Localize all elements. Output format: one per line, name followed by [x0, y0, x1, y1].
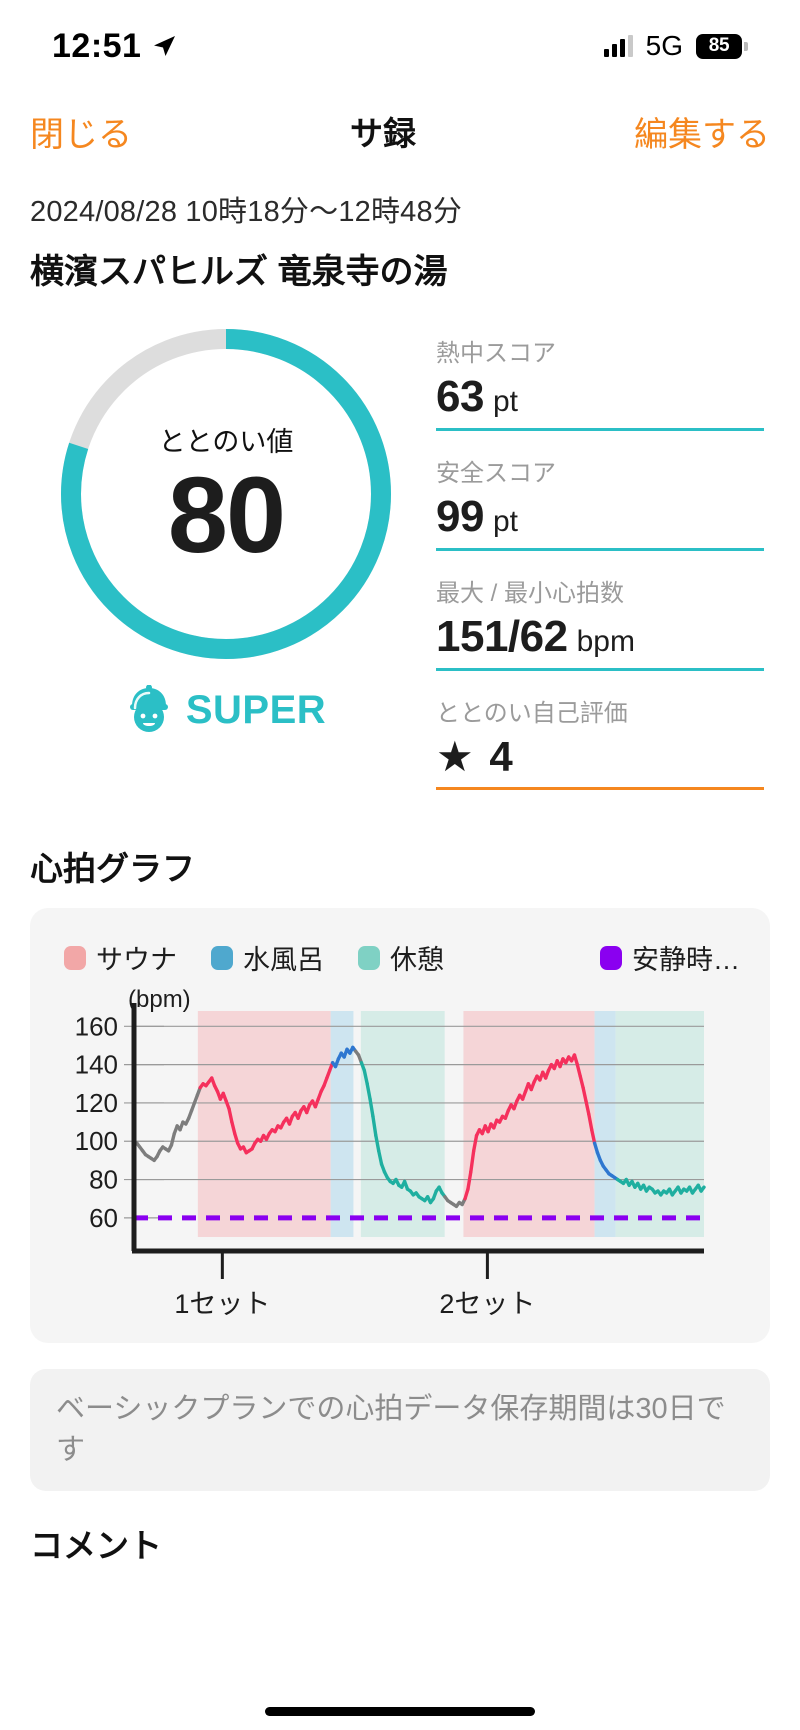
stat-label: ととのい自己評価: [436, 700, 628, 727]
stat-unit: bpm: [576, 625, 635, 658]
legend-swatch: [358, 945, 380, 970]
edit-button[interactable]: 編集する: [634, 107, 770, 156]
stat-label: 最大 / 最小心拍数: [436, 580, 625, 607]
navigation-bar: 閉じる サ録 編集する: [0, 92, 800, 170]
session-date-range: 2024/08/28 10時18分〜12時48分: [30, 196, 463, 228]
stat-underline: [436, 787, 764, 790]
gauge-container: ととのい値 80 SUPER: [26, 319, 426, 812]
stat-label: 熱中スコア: [436, 340, 556, 367]
legend-label: サウナ: [96, 945, 177, 975]
heart-rate-line-chart: 60 80 100 120 140 160 (bpm) 1セット 2セット: [75, 989, 706, 1319]
stat-value-row: 151/62 bpm: [436, 612, 764, 668]
stat-value-row: ★ 4: [436, 732, 764, 787]
stat-item-heat-score: 熱中スコア 63 pt: [436, 333, 764, 431]
chart-legend: サウナ 水風呂 休憩 安静時…: [46, 930, 754, 983]
comment-section-title: コメント: [30, 1527, 162, 1565]
venue-name: 横濱スパヒルズ 竜泉寺の湯: [30, 253, 448, 291]
chart-band-休憩: [615, 1011, 704, 1237]
legend-item-mizuburo: 水風呂: [211, 938, 324, 977]
chart-line-segment: [169, 1131, 177, 1147]
star-rating-value: ★ 4: [436, 733, 515, 780]
chart-ylabel: (bpm): [128, 989, 191, 1013]
rank-label: SUPER: [185, 687, 327, 732]
chart-line-segment: [699, 1185, 706, 1193]
legend-swatch: [64, 945, 86, 970]
legend-swatch: [600, 945, 622, 970]
legend-label: 休憩: [390, 945, 444, 975]
status-bar: 12:51 5G 85: [0, 0, 800, 92]
summary-section: ととのい値 80 SUPER 熱中スコア 63 pt 安全スコア 99 pt 最…: [0, 293, 800, 812]
chart-section-title: 心拍グラフ: [30, 850, 195, 887]
chart-ytick-label: 80: [89, 1165, 118, 1195]
chart-ytick-label: 60: [89, 1203, 118, 1233]
chart-band-水風呂: [330, 1011, 354, 1237]
location-arrow-icon: [154, 36, 176, 56]
heart-rate-chart-card: サウナ 水風呂 休憩 安静時… 60 80 100 120 140 160 (bpm) 1セッ…: [30, 908, 770, 1343]
stat-value: 99: [436, 492, 484, 541]
stat-underline: [436, 548, 764, 551]
app-screen: 12:51 5G 85 閉じる サ録 編集する 2024/08/28 10時18…: [0, 0, 800, 1730]
chart-ytick-label: 160: [75, 1011, 118, 1041]
chart-band-サウナ: [197, 1011, 331, 1237]
stat-item-heart-rate: 最大 / 最小心拍数 151/62 bpm: [436, 573, 764, 671]
gauge-value: 80: [167, 453, 286, 575]
stat-value-row: 99 pt: [436, 492, 764, 548]
legend-label: 水風呂: [243, 945, 324, 975]
stat-unit: pt: [492, 385, 518, 418]
stat-unit: pt: [492, 505, 518, 538]
stat-underline: [436, 668, 764, 671]
battery-icon: 85: [696, 33, 748, 59]
chart-xtick-label: 1セット: [174, 1289, 270, 1319]
plan-notice: ベーシックプランでの心拍データ保存期間は30日です: [30, 1369, 770, 1492]
legend-swatch: [211, 945, 233, 970]
legend-item-sauna: サウナ: [64, 938, 177, 977]
stat-underline: [436, 428, 764, 431]
legend-item-resting: 安静時…: [600, 938, 740, 977]
status-time: 12:51: [52, 26, 142, 65]
cellular-signal-icon: [603, 35, 633, 57]
home-indicator: [265, 1707, 535, 1716]
chart-ytick-label: 140: [75, 1050, 118, 1080]
chart-band-水風呂: [594, 1011, 616, 1237]
stat-item-safety-score: 安全スコア 99 pt: [436, 453, 764, 551]
legend-item-kyukei: 休憩: [358, 938, 444, 977]
close-button[interactable]: 閉じる: [30, 107, 132, 156]
chart-plot-area: 60 80 100 120 140 160 (bpm) 1セット 2セット: [46, 989, 754, 1319]
stat-item-self-rating[interactable]: ととのい自己評価 ★ 4: [436, 693, 764, 790]
session-header: 2024/08/28 10時18分〜12時48分 横濱スパヒルズ 竜泉寺の湯: [0, 170, 800, 293]
gauge-label: ととのい値: [158, 426, 294, 457]
status-bar-right: 5G 85: [603, 30, 748, 62]
stat-value: 63: [436, 372, 484, 421]
network-label: 5G: [645, 30, 683, 61]
gauge-center-text: ととのい値 80: [51, 319, 401, 669]
chart-ytick-label: 100: [75, 1126, 118, 1156]
chart-ytick-label: 120: [75, 1088, 118, 1118]
status-bar-left: 12:51: [52, 27, 177, 66]
chart-xtick-label: 2セット: [439, 1289, 535, 1319]
stat-value-row: 63 pt: [436, 372, 764, 428]
totonoi-gauge: ととのい値 80: [51, 319, 401, 669]
rank-badge: SUPER: [126, 685, 326, 735]
stat-value: 151/62: [436, 612, 568, 661]
sauna-hat-character-icon: [129, 685, 168, 732]
page-title: サ録: [350, 115, 416, 152]
chart-band-サウナ: [463, 1011, 595, 1237]
stat-label: 安全スコア: [436, 460, 556, 487]
legend-label: 安静時…: [632, 945, 740, 975]
battery-level: 85: [708, 35, 730, 56]
stats-list: 熱中スコア 63 pt 安全スコア 99 pt 最大 / 最小心拍数 151/6…: [436, 319, 770, 812]
